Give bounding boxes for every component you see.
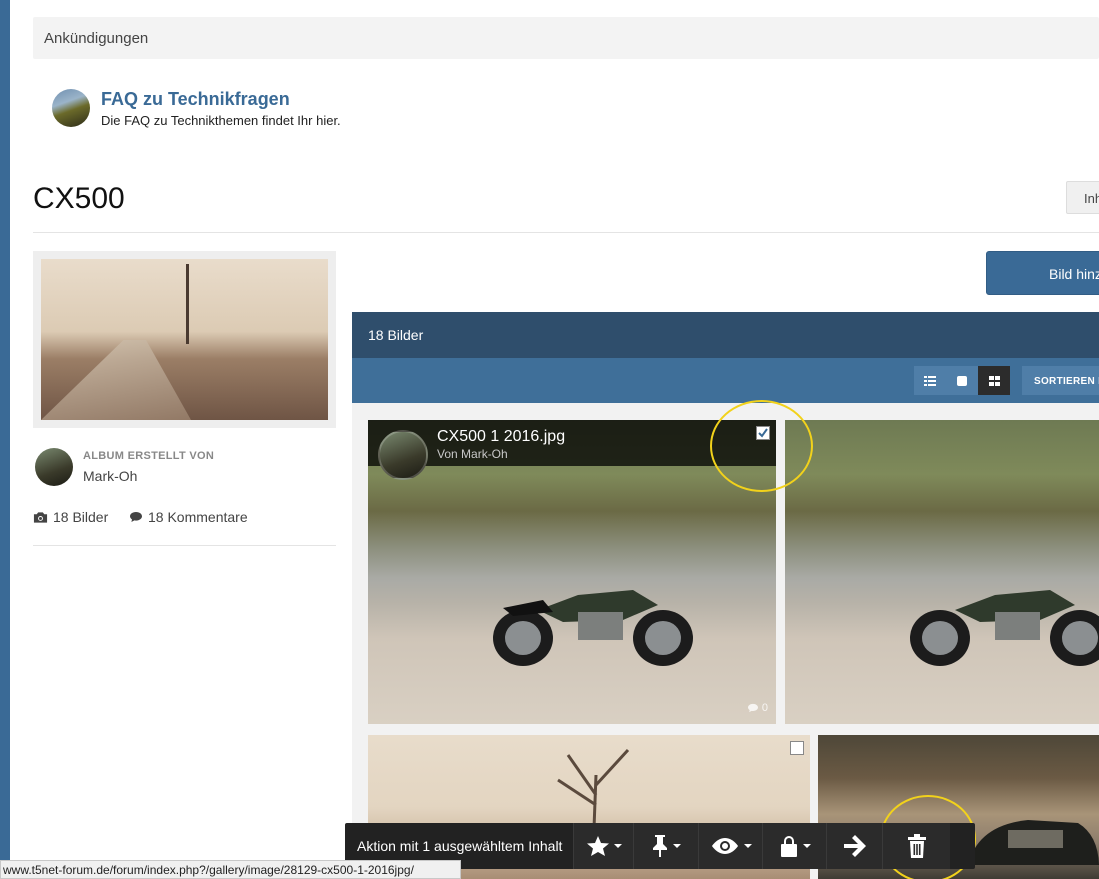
title-divider: [33, 232, 1099, 233]
images-count: 18 Bilder: [33, 509, 108, 525]
add-image-button[interactable]: Bild hinz: [986, 251, 1099, 295]
comments-count-label: 18 Kommentare: [148, 509, 248, 525]
tile-comments: 0: [747, 702, 768, 714]
status-bar-url: www.t5net-forum.de/forum/index.php?/gall…: [0, 860, 461, 879]
list-view-icon: [924, 375, 936, 386]
album-author-link[interactable]: Mark-Oh: [83, 468, 137, 484]
faq-description: Die FAQ zu Technikthemen findet Ihr hier…: [101, 113, 341, 128]
announcements-label: Ankündigungen: [44, 30, 149, 47]
tile-author[interactable]: Von Mark-Oh: [437, 447, 508, 461]
chevron-down-icon: [743, 844, 752, 848]
chevron-down-icon: [802, 844, 811, 848]
images-count-label: 18 Bilder: [53, 509, 109, 525]
grid-view-button[interactable]: [978, 366, 1010, 395]
single-view-icon: [957, 375, 967, 386]
content-button[interactable]: Inh: [1066, 181, 1099, 214]
grid-view-icon: [988, 375, 1000, 386]
lock-action-button[interactable]: [762, 823, 826, 869]
tile-select-checkbox[interactable]: [790, 741, 804, 755]
tile-author-avatar[interactable]: [378, 430, 428, 480]
chevron-down-icon: [613, 844, 622, 848]
album-cover-image[interactable]: [33, 251, 336, 428]
visibility-action-button[interactable]: [698, 823, 762, 869]
single-view-button[interactable]: [946, 366, 978, 395]
comment-icon: [747, 703, 758, 713]
sort-button[interactable]: SORTIEREN N: [1022, 366, 1099, 395]
motorcycle-photo: [910, 590, 1099, 666]
eye-icon: [711, 838, 738, 854]
gallery-header: 18 Bilder: [352, 312, 1099, 358]
highlight-ring-checkbox: [710, 400, 813, 492]
comments-count: 18 Kommentare: [129, 509, 248, 525]
pin-icon: [653, 835, 667, 857]
feature-action-button[interactable]: [573, 823, 633, 869]
page-title: CX500: [33, 182, 125, 215]
chevron-down-icon: [673, 844, 681, 848]
tile-comments-count: 0: [761, 702, 768, 714]
car-photo: [968, 820, 1099, 865]
motorcycle-photo: [493, 590, 693, 666]
gallery-count: 18 Bilder: [368, 327, 424, 343]
left-accent-bar: [0, 0, 10, 879]
lock-icon: [780, 836, 797, 857]
star-icon: [586, 836, 609, 856]
camera-icon: [33, 511, 48, 523]
comment-icon: [130, 512, 142, 522]
avatar[interactable]: [35, 448, 73, 486]
move-action-button[interactable]: [826, 823, 882, 869]
tile-title[interactable]: CX500 1 2016.jpg: [437, 428, 565, 446]
announcements-bar[interactable]: Ankündigungen: [33, 17, 1099, 59]
gallery-tile[interactable]: [785, 420, 1099, 724]
arrow-right-icon: [843, 835, 866, 857]
list-view-button[interactable]: [914, 366, 946, 395]
trash-icon: [907, 834, 926, 858]
pin-action-button[interactable]: [633, 823, 698, 869]
sidebar-divider: [33, 545, 336, 546]
faq-avatar[interactable]: [52, 89, 90, 127]
album-created-by-label: ALBUM ERSTELLT VON: [83, 450, 215, 462]
faq-title-link[interactable]: FAQ zu Technikfragen: [101, 89, 290, 110]
delete-action-button[interactable]: [882, 823, 950, 869]
